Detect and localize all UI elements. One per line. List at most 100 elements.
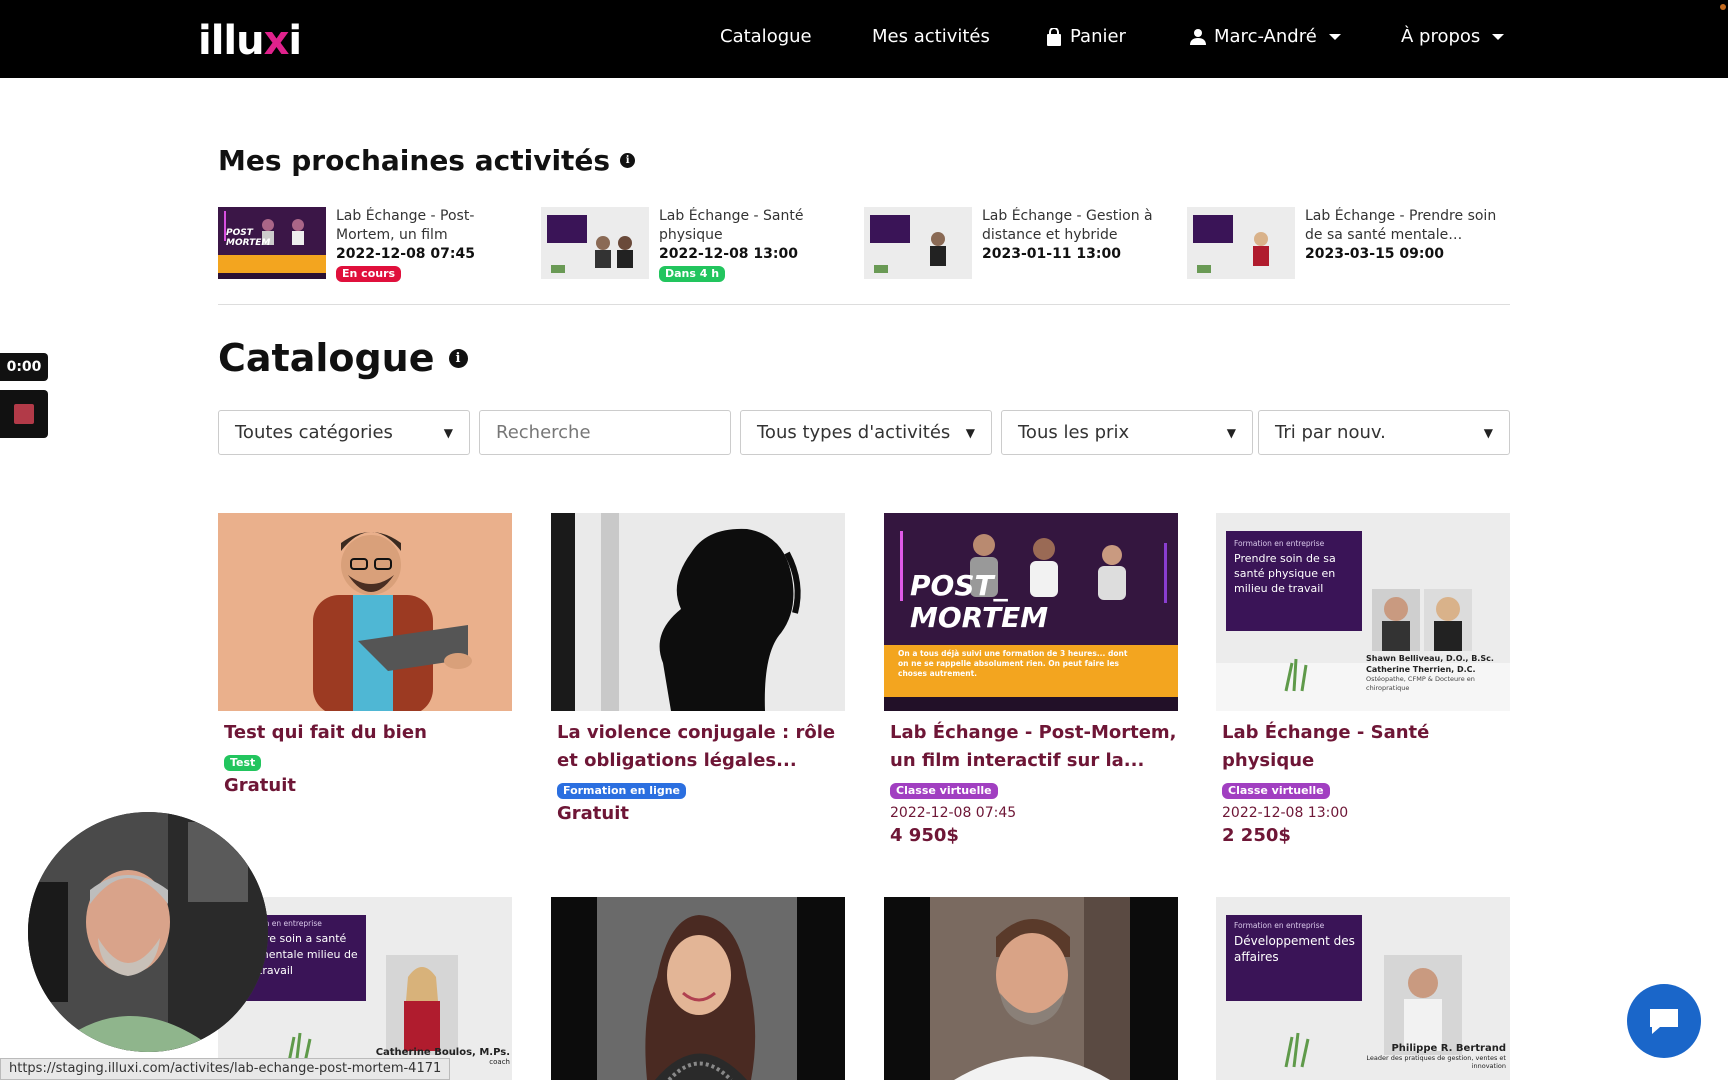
search-placeholder: Recherche bbox=[496, 422, 591, 443]
card-image: Formation en entreprise Prendre soin de … bbox=[1216, 513, 1510, 711]
shopping-bag-icon bbox=[1047, 27, 1061, 46]
card-title[interactable]: Test qui fait du bien bbox=[218, 719, 512, 747]
catalogue-heading: Catalogue i bbox=[218, 336, 468, 380]
card-title[interactable]: Lab Échange - Santé physique bbox=[1216, 719, 1510, 775]
category-select[interactable]: Toutes catégories ▼ bbox=[218, 410, 470, 455]
card-title[interactable]: La violence conjugale : rôle et obligati… bbox=[551, 719, 845, 775]
nav-my-activities[interactable]: Mes activités bbox=[872, 26, 990, 47]
dropdown-arrow-icon: ▼ bbox=[965, 425, 975, 440]
activity-thumbnail bbox=[541, 207, 649, 279]
nav-catalogue[interactable]: Catalogue bbox=[720, 26, 812, 47]
svg-text:POST: POST bbox=[226, 228, 254, 238]
webcam-overlay bbox=[28, 812, 268, 1052]
nav-about-menu[interactable]: À propos bbox=[1401, 26, 1505, 47]
nav-user-label: Marc-André bbox=[1214, 26, 1317, 47]
upcoming-item[interactable]: POST MORTEM Lab Échange - Post-Mortem, u… bbox=[218, 207, 518, 287]
catalogue-card[interactable]: Formation en entreprise Prendre soin de … bbox=[1216, 513, 1510, 846]
search-input[interactable]: Recherche bbox=[479, 410, 731, 455]
dev-role: Leader des pratiques de gestion, ventes … bbox=[1366, 1054, 1506, 1070]
upcoming-item-title: Lab Échange - Gestion à distance et hybr… bbox=[982, 208, 1153, 243]
dev-thumb-title: Développement des affaires bbox=[1234, 934, 1355, 964]
nav-cart[interactable]: Panier bbox=[1046, 26, 1126, 47]
upcoming-item[interactable]: Lab Échange - Gestion à distance et hybr… bbox=[864, 207, 1164, 287]
postmortem-title-line1: POST_ bbox=[910, 569, 1009, 602]
postmortem-title-line2: MORTEM bbox=[910, 601, 1048, 634]
chevron-down-icon bbox=[1328, 33, 1341, 40]
activity-type-select[interactable]: Tous types d'activités ▼ bbox=[740, 410, 992, 455]
card-price: Gratuit bbox=[557, 803, 629, 824]
info-icon[interactable]: i bbox=[448, 348, 468, 368]
sante-thumb-title: Prendre soin de sa santé physique en mil… bbox=[1234, 552, 1336, 595]
upcoming-activities-heading: Mes prochaines activités i bbox=[218, 144, 636, 177]
card-date: 2022-12-08 07:45 bbox=[890, 805, 1017, 821]
card-price: 2 250$ bbox=[1222, 825, 1291, 846]
nav-activities-label: Mes activités bbox=[872, 26, 990, 47]
svg-text:MORTEM: MORTEM bbox=[226, 238, 270, 248]
section-divider bbox=[218, 304, 1510, 305]
illuxi-logo[interactable]: illuxi bbox=[198, 18, 302, 64]
activity-thumbnail bbox=[1187, 207, 1295, 279]
sort-select[interactable]: Tri par nouv. ▼ bbox=[1258, 410, 1510, 455]
activity-type-select-value: Tous types d'activités bbox=[757, 422, 951, 443]
upcoming-item-date: 2022-12-08 13:00 bbox=[659, 246, 798, 262]
nav-about-label: À propos bbox=[1401, 26, 1481, 47]
activity-thumbnail bbox=[864, 207, 972, 279]
chat-bubble-icon bbox=[1650, 1009, 1678, 1034]
upcoming-item[interactable]: Lab Échange - Santé physique 2022-12-08 … bbox=[541, 207, 841, 287]
nav-user-menu[interactable]: Marc-André bbox=[1190, 26, 1341, 47]
sort-select-value: Tri par nouv. bbox=[1275, 422, 1386, 443]
nav-cart-label: Panier bbox=[1070, 26, 1126, 47]
sante-names: Shawn Belliveau, D.O., B.Sc. Catherine T… bbox=[1366, 654, 1494, 674]
price-select[interactable]: Tous les prix ▼ bbox=[1001, 410, 1253, 455]
upcoming-item-title: Lab Échange - Post-Mortem, un film inter… bbox=[336, 208, 475, 243]
dropdown-arrow-icon: ▼ bbox=[1483, 425, 1493, 440]
dev-kicker: Formation en entreprise bbox=[1234, 921, 1325, 930]
sante-roles: Ostéopathe, CFMP & Docteure en chiroprat… bbox=[1366, 675, 1475, 692]
sante-kicker: Formation en entreprise bbox=[1234, 539, 1325, 548]
card-image: POST_ MORTEM On a tous déjà suivi une fo… bbox=[884, 513, 1178, 711]
card-image bbox=[884, 897, 1178, 1080]
chevron-down-icon bbox=[1492, 33, 1505, 40]
status-badge: En cours bbox=[336, 266, 402, 282]
upcoming-item-date: 2022-12-08 07:45 bbox=[336, 246, 475, 262]
catalogue-card[interactable] bbox=[884, 897, 1178, 1080]
card-title[interactable]: Lab Échange - Post-Mortem, un film inter… bbox=[884, 719, 1178, 775]
activity-thumbnail: POST MORTEM bbox=[218, 207, 326, 279]
upcoming-item[interactable]: Lab Échange - Prendre soin de sa santé m… bbox=[1187, 207, 1496, 287]
mentale-thumb-title: dre soin a santé mentale milieu de trava… bbox=[258, 932, 358, 977]
chat-button[interactable] bbox=[1627, 984, 1701, 1058]
upcoming-title: Mes prochaines activités bbox=[218, 144, 611, 177]
mentale-kicker: ion en entreprise bbox=[258, 919, 322, 928]
info-icon[interactable]: i bbox=[620, 153, 636, 168]
status-url-text: https://staging.illuxi.com/activites/lab… bbox=[9, 1061, 442, 1076]
user-icon bbox=[1190, 29, 1206, 45]
card-price: Gratuit bbox=[224, 775, 296, 796]
stop-icon bbox=[14, 404, 34, 424]
dev-name: Philippe R. Bertrand bbox=[1391, 1043, 1506, 1054]
upcoming-item-title: Lab Échange - Prendre soin de sa santé m… bbox=[1305, 208, 1497, 243]
card-image bbox=[218, 513, 512, 711]
card-image: Formation en entreprise Développement de… bbox=[1216, 897, 1510, 1080]
browser-status-url: https://staging.illuxi.com/activites/lab… bbox=[0, 1058, 451, 1080]
recording-time: 0:00 bbox=[6, 359, 42, 375]
stop-recording-button[interactable] bbox=[0, 390, 48, 438]
recording-timer: 0:00 bbox=[0, 353, 48, 381]
upcoming-item-date: 2023-01-11 13:00 bbox=[982, 246, 1121, 262]
card-image bbox=[551, 513, 845, 711]
catalogue-card[interactable]: La violence conjugale : rôle et obligati… bbox=[551, 513, 845, 824]
navbar: illuxi Catalogue Mes activités Panier Ma… bbox=[0, 0, 1728, 78]
type-badge: Test bbox=[224, 755, 262, 771]
upcoming-item-date: 2023-03-15 09:00 bbox=[1305, 246, 1444, 262]
postmortem-subtitle: On a tous déjà suivi une formation de 3 … bbox=[898, 649, 1128, 678]
catalogue-card[interactable] bbox=[551, 897, 845, 1080]
catalogue-card[interactable]: Test qui fait du bien Test Gratuit bbox=[218, 513, 512, 796]
type-badge: Formation en ligne bbox=[557, 783, 687, 799]
category-select-value: Toutes catégories bbox=[235, 422, 393, 443]
mentale-name: Catherine Boulos, M.Ps. bbox=[375, 1047, 510, 1058]
dropdown-arrow-icon: ▼ bbox=[443, 425, 453, 440]
catalogue-card[interactable]: POST_ MORTEM On a tous déjà suivi une fo… bbox=[884, 513, 1178, 846]
card-date: 2022-12-08 13:00 bbox=[1222, 805, 1349, 821]
catalogue-card[interactable]: Formation en entreprise Développement de… bbox=[1216, 897, 1510, 1080]
recording-indicator-dot bbox=[1720, 4, 1726, 10]
nav-catalogue-label: Catalogue bbox=[720, 26, 812, 47]
